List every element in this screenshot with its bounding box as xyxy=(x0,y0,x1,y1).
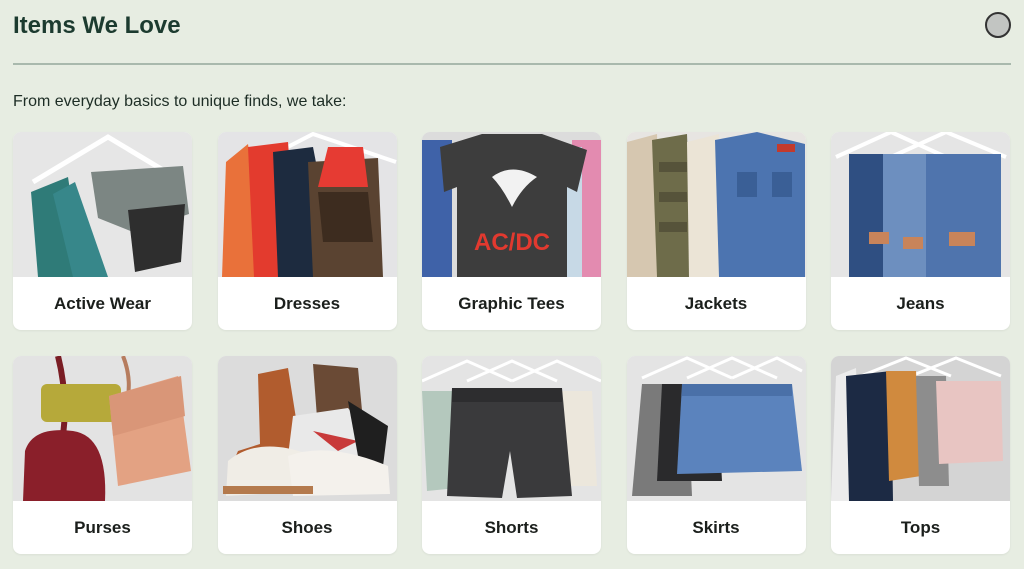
active-wear-photo xyxy=(13,132,192,277)
theme-toggle-button[interactable] xyxy=(985,12,1011,38)
category-label: Skirts xyxy=(692,517,740,537)
graphic-tees-photo: AC/DC xyxy=(422,132,601,277)
category-label: Shoes xyxy=(281,517,333,537)
category-label: Purses xyxy=(74,517,131,537)
category-card-tops[interactable]: Tops xyxy=(831,356,1010,554)
category-label: Jeans xyxy=(896,293,945,313)
category-card-skirts[interactable]: Skirts xyxy=(626,356,806,554)
jeans-photo xyxy=(831,132,1010,277)
tops-photo xyxy=(831,356,1010,501)
shorts-photo xyxy=(422,356,601,501)
category-card-active-wear[interactable]: Active Wear xyxy=(13,132,192,330)
divider xyxy=(13,63,1011,65)
page-title: Items We Love xyxy=(13,12,181,39)
shoes-photo xyxy=(217,356,397,501)
category-card-graphic-tees[interactable]: AC/DC Graphic Tees xyxy=(422,132,601,330)
category-card-jeans[interactable]: Jeans xyxy=(831,132,1010,330)
jackets-photo xyxy=(626,132,806,277)
category-label: Shorts xyxy=(484,517,539,537)
category-card-shoes[interactable]: Shoes xyxy=(217,356,397,554)
category-label: Active Wear xyxy=(53,293,151,313)
tee-print-text: AC/DC xyxy=(474,229,550,256)
section-header: Items We Love xyxy=(13,8,1011,48)
category-grid: Active Wear Dresses AC/DC Graphic Tees J… xyxy=(13,132,1010,554)
category-label: Tops xyxy=(900,517,941,537)
category-label: Graphic Tees xyxy=(458,293,565,313)
skirts-photo xyxy=(626,356,806,501)
category-card-jackets[interactable]: Jackets xyxy=(626,132,806,330)
category-card-dresses[interactable]: Dresses xyxy=(217,132,397,330)
intro-text: From everyday basics to unique finds, we… xyxy=(13,93,347,110)
category-card-purses[interactable]: Purses xyxy=(13,356,192,554)
category-label: Jackets xyxy=(684,293,748,313)
category-card-shorts[interactable]: Shorts xyxy=(422,356,601,554)
purses-photo xyxy=(13,356,192,501)
dresses-photo xyxy=(217,132,397,277)
category-label: Dresses xyxy=(273,293,341,313)
